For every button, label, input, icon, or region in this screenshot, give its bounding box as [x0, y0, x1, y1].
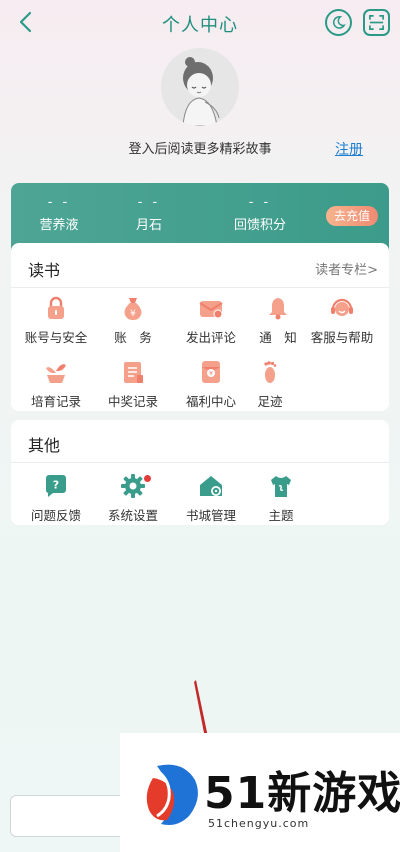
- footprint-icon: [264, 361, 277, 383]
- lock-icon: [48, 296, 64, 319]
- menu-customer-service[interactable]: 客服与帮助: [303, 295, 381, 346]
- house-gear-icon: [200, 476, 222, 496]
- menu-label: 账 务: [114, 330, 152, 345]
- menu-label: 足迹: [257, 394, 283, 409]
- gear-icon: [121, 474, 145, 498]
- night-mode-button[interactable]: [325, 9, 352, 36]
- recharge-button[interactable]: 去充值: [325, 206, 378, 226]
- menu-cultivation-records[interactable]: 培育记录: [17, 359, 95, 410]
- menu-label: 系统设置: [107, 508, 158, 523]
- bell-icon: [269, 298, 287, 320]
- watermark-logo-icon: [146, 764, 198, 825]
- svg-text:¥: ¥: [130, 309, 136, 319]
- other-card: 其他 ? 问题反馈 系统设置 书城管理 主题: [11, 420, 389, 525]
- stat-value: - -: [248, 195, 272, 210]
- sprout-icon: [46, 364, 66, 383]
- other-section-title: 其他: [28, 436, 61, 455]
- menu-theme[interactable]: 主题: [242, 473, 320, 524]
- menu-label: 问题反馈: [30, 508, 81, 523]
- divider: [11, 287, 389, 288]
- reading-card: 读书 读者专栏> 账号与安全 ¥ 账 务 发出评论 通 知 客服与帮助 培育记录…: [11, 243, 389, 411]
- headset-icon: [331, 298, 353, 316]
- watermark-brand: 51新游戏: [204, 768, 400, 819]
- menu-label: 培育记录: [30, 394, 81, 409]
- list-icon: [124, 362, 143, 383]
- red-packet-icon: ¥: [202, 361, 220, 383]
- stat-points[interactable]: - - 回馈积分: [215, 195, 305, 233]
- avatar[interactable]: [161, 48, 239, 126]
- menu-label: 中奖记录: [107, 394, 158, 409]
- menu-bookstore-management[interactable]: 书城管理: [172, 473, 250, 524]
- question-icon: ?: [45, 475, 66, 497]
- scan-button[interactable]: [363, 9, 390, 36]
- money-bag-icon: ¥: [124, 298, 142, 320]
- svg-text:?: ?: [53, 479, 59, 492]
- stat-value: - -: [137, 195, 161, 210]
- svg-text:¥: ¥: [209, 371, 213, 378]
- divider: [11, 462, 389, 463]
- header-bar: 个人中心: [0, 0, 400, 44]
- reader-column-link[interactable]: 读者专栏>: [315, 259, 378, 278]
- stat-label: 营养液: [39, 218, 79, 233]
- scan-icon: [369, 15, 384, 30]
- menu-billing[interactable]: ¥ 账 务: [94, 295, 172, 346]
- menu-footprints[interactable]: 足迹: [231, 359, 309, 410]
- stat-moonstone[interactable]: - - 月石: [104, 195, 194, 233]
- menu-feedback[interactable]: ? 问题反馈: [17, 473, 95, 524]
- menu-label: 客服与帮助: [310, 330, 374, 345]
- shirt-icon: [271, 476, 291, 497]
- menu-label: 账号与安全: [24, 330, 88, 345]
- stat-label: 月石: [135, 218, 162, 233]
- watermark-url: 51chengyu.com: [208, 817, 310, 830]
- menu-prize-records[interactable]: 中奖记录: [94, 359, 172, 410]
- reading-section-title: 读书: [28, 261, 61, 280]
- stat-label: 回馈积分: [233, 218, 286, 233]
- pointer-arrow-icon: [194, 680, 208, 738]
- stat-value: - -: [47, 195, 71, 210]
- moon-icon: [332, 16, 346, 29]
- menu-account-security[interactable]: 账号与安全: [17, 295, 95, 346]
- menu-system-settings[interactable]: 系统设置: [94, 473, 172, 524]
- menu-label: 书城管理: [185, 508, 236, 523]
- stat-nutrient[interactable]: - - 营养液: [14, 195, 104, 233]
- watermark: 51新游戏 51chengyu.com: [120, 733, 400, 852]
- register-link[interactable]: 注册: [335, 139, 363, 159]
- notification-dot: [144, 475, 151, 482]
- avatar-girl-icon: [161, 48, 239, 126]
- envelope-icon: [199, 301, 223, 319]
- menu-label: 主题: [268, 508, 294, 523]
